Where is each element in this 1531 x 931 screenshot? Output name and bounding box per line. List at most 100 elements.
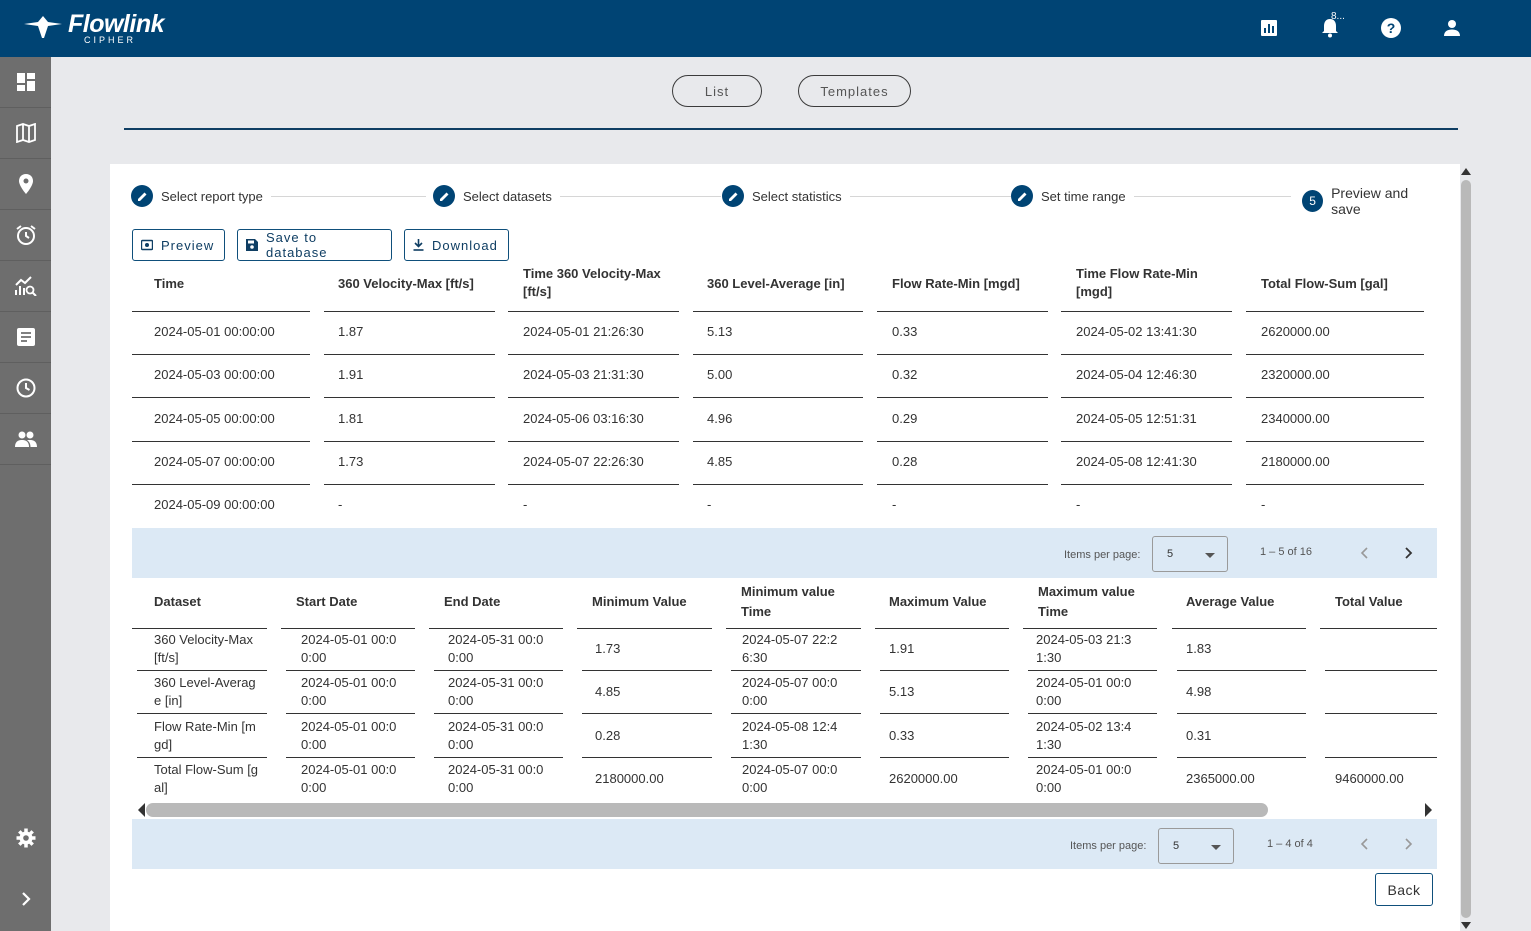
flowlink-logo[interactable]: Flowlink CIPHER [24, 12, 165, 45]
step-preview-and-save[interactable]: 5 Preview and save [1294, 185, 1437, 217]
next-page-button[interactable] [1399, 834, 1419, 854]
cell-text: 2024-05-31 00:0 [448, 762, 544, 777]
cell-text: 360 Level-Averag [154, 675, 256, 690]
sidebar-expand-button[interactable] [0, 873, 51, 924]
tab-templates[interactable]: Templates [798, 75, 911, 107]
step-label: Select statistics [752, 188, 842, 204]
help-icon[interactable]: ? [1380, 17, 1402, 39]
sidebar [0, 57, 51, 931]
results-column-header[interactable]: Time [154, 275, 184, 293]
results-column-header[interactable]: Time Flow Rate-Min [mgd] [1076, 265, 1198, 301]
sidebar-item-users[interactable] [0, 414, 51, 465]
summary-column-header[interactable]: Minimum Value [592, 592, 687, 612]
table-cell: 1.87 [338, 324, 364, 339]
preview-button[interactable]: Preview [132, 229, 225, 261]
column-divider [132, 628, 267, 629]
step-connector [551, 196, 721, 197]
table-cell: 2024-05-07 22:2 6:30 [742, 631, 837, 667]
sidebar-item-locations[interactable] [0, 159, 51, 210]
row-divider [1325, 757, 1437, 758]
tab-list[interactable]: List [672, 75, 762, 107]
cell-text: e [in] [154, 693, 183, 708]
cell-text: 2180000.00 [595, 771, 664, 786]
user-account-icon[interactable] [1441, 17, 1463, 39]
download-button[interactable]: Download [404, 229, 509, 261]
horizontal-scroll-thumb[interactable] [146, 803, 1268, 817]
summary-column-header[interactable]: End Date [444, 592, 500, 612]
table-cell: 5.00 [707, 367, 733, 382]
step-set-time-range[interactable]: Set time range [1011, 185, 1134, 207]
cell-text: 0:00 [448, 693, 474, 708]
analytics-icon [14, 276, 37, 296]
row-divider [132, 354, 310, 355]
sidebar-item-reports[interactable] [0, 312, 51, 363]
sidebar-item-history[interactable] [0, 363, 51, 414]
scroll-left-arrow-icon[interactable] [138, 803, 145, 817]
next-page-button[interactable] [1399, 543, 1419, 563]
cell-text: 2024-05-08 12:4 [742, 719, 838, 734]
row-divider [132, 397, 310, 398]
step-select-statistics[interactable]: Select statistics [722, 185, 850, 207]
previous-page-button[interactable] [1354, 543, 1374, 563]
step-select-report-type[interactable]: Select report type [131, 185, 271, 207]
row-divider [324, 441, 495, 442]
row-divider [880, 670, 1009, 671]
row-divider [731, 757, 861, 758]
summary-column-header[interactable]: Maximum Value [889, 592, 987, 612]
cell-text: 2024-05-02 13:4 [1036, 719, 1132, 734]
scroll-down-arrow-icon[interactable] [1461, 922, 1471, 929]
summary-column-header[interactable]: Minimum value Time [741, 582, 835, 622]
reports-chart-icon[interactable] [1258, 17, 1280, 39]
row-divider [880, 757, 1009, 758]
items-per-page-select[interactable]: 5 [1158, 828, 1234, 864]
results-column-header[interactable]: Total Flow-Sum [gal] [1261, 275, 1388, 293]
summary-column-header[interactable]: Average Value [1186, 592, 1274, 612]
cell-text: Total Flow-Sum [g [154, 762, 259, 777]
cell-text: 2024-05-01 00:0 [301, 719, 397, 734]
cell-text: 1.73 [595, 641, 621, 656]
cell-text: 5.13 [889, 684, 915, 699]
row-divider [877, 484, 1048, 485]
row-divider [693, 354, 863, 355]
header-text: Dataset [154, 594, 201, 609]
table-cell: 2365000.00 [1186, 770, 1255, 788]
table-cell: 2024-05-09 00:00:00 [154, 497, 275, 512]
table-cell: 2180000.00 [1261, 454, 1330, 469]
table-cell: 2024-05-01 00:0 0:00 [301, 718, 396, 754]
step-select-datasets[interactable]: Select datasets [433, 185, 560, 207]
previous-page-button[interactable] [1354, 834, 1374, 854]
vertical-scroll-thumb[interactable] [1461, 180, 1471, 918]
sidebar-item-map[interactable] [0, 108, 51, 159]
edit-pencil-icon [131, 185, 153, 207]
results-column-header[interactable]: 360 Level-Average [in] [707, 275, 845, 293]
back-button[interactable]: Back [1375, 873, 1433, 906]
cell-text: 4.98 [1186, 684, 1212, 699]
sidebar-item-alarms[interactable] [0, 210, 51, 261]
row-divider [880, 713, 1009, 714]
summary-column-header[interactable]: Maximum value Time [1038, 582, 1135, 622]
row-divider [877, 354, 1048, 355]
summary-column-header[interactable]: Start Date [296, 592, 357, 612]
summary-column-header[interactable]: Total Value [1335, 592, 1403, 612]
results-column-header[interactable]: 360 Velocity-Max [ft/s] [338, 275, 474, 293]
results-column-header[interactable]: Flow Rate-Min [mgd] [892, 275, 1020, 293]
items-per-page-select[interactable]: 5 [1152, 536, 1228, 572]
header-text: Start Date [296, 594, 358, 609]
results-column-header[interactable]: Time 360 Velocity-Max [ft/s] [523, 265, 661, 301]
row-divider [731, 670, 861, 671]
summary-column-header[interactable]: Dataset [154, 592, 201, 612]
scroll-up-arrow-icon[interactable] [1461, 168, 1471, 175]
sidebar-item-settings[interactable] [0, 812, 51, 863]
chevron-left-icon [1360, 838, 1368, 850]
table-cell: - [523, 497, 528, 512]
vertical-scrollbar[interactable] [1460, 168, 1472, 931]
sidebar-item-dashboard[interactable] [0, 57, 51, 108]
save-to-database-button[interactable]: Save to database [237, 229, 392, 261]
header-text: 360 Level-Average [in] [707, 276, 845, 291]
cell-text: 2024-05-31 00:0 [448, 675, 544, 690]
sidebar-item-analytics[interactable] [0, 261, 51, 312]
scroll-right-arrow-icon[interactable] [1425, 803, 1432, 817]
row-divider [1325, 713, 1437, 714]
cell-text: 2024-05-31 00:0 [448, 719, 544, 734]
horizontal-scrollbar[interactable] [136, 802, 1432, 818]
